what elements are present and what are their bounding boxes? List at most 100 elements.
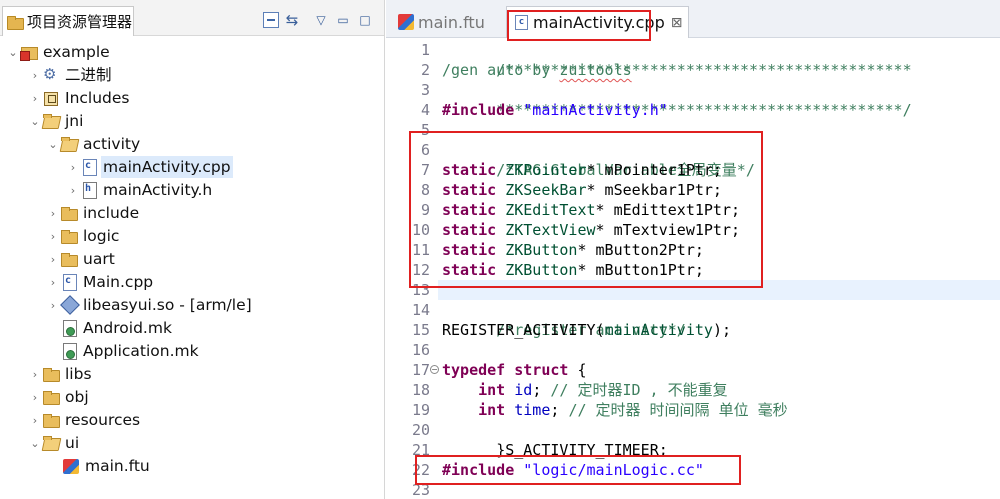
tree-item-activity[interactable]: ⌄ activity [46, 133, 142, 155]
folder-icon [42, 365, 60, 383]
folder-open-icon [60, 135, 78, 153]
tree-item-ui[interactable]: ⌄ ui [28, 432, 81, 454]
chevron-right-icon[interactable]: › [66, 179, 80, 201]
chevron-right-icon[interactable]: › [46, 271, 60, 293]
code-type: ZKTextView [496, 221, 596, 239]
ftu-file-icon [398, 14, 414, 30]
ftu-file-icon [62, 457, 80, 475]
code-line: /*register activity*/ [442, 300, 686, 339]
chevron-down-icon[interactable]: ⌄ [28, 110, 42, 132]
tree-item-logic[interactable]: › logic [46, 225, 121, 247]
tree-item-libs[interactable]: › libs [28, 363, 94, 385]
explorer-title: 项目资源管理器 [27, 13, 133, 31]
tab-mainactivity-cpp[interactable]: c mainActivity.cpp ⊠ [506, 6, 690, 38]
tree-item-main-cpp[interactable]: › Main.cpp [46, 271, 155, 293]
line-number: 8 [420, 181, 430, 199]
code-line: #include "logic/mainLogic.cc" [442, 460, 704, 480]
tab-main-ftu[interactable]: main.ftu [392, 6, 491, 38]
line-number: 23 [411, 481, 430, 499]
code-keyword: struct [505, 361, 569, 379]
code-type: ZKButton [496, 261, 578, 279]
chevron-right-icon[interactable]: › [28, 363, 42, 385]
chevron-right-icon[interactable]: › [66, 156, 80, 178]
line-number: 15 [411, 321, 430, 339]
line-number: 4 [420, 101, 430, 119]
tree-item-label: resources [65, 411, 141, 429]
line-number: 6 [420, 141, 430, 159]
code-keyword: static [442, 161, 497, 179]
code-area[interactable]: 1 2 3 4 5 6 7 8 9 10 11 12 13 14 15 16 1… [386, 40, 1000, 499]
chevron-right-icon[interactable]: › [46, 225, 60, 247]
line-number: 14 [411, 301, 430, 319]
line-number: 16 [411, 341, 430, 359]
tree-item-android-mk[interactable]: Android.mk [60, 317, 174, 339]
shared-library-icon [60, 296, 78, 314]
tree-item-jni[interactable]: ⌄ jni [28, 110, 85, 132]
folder-open-icon [42, 434, 60, 452]
explorer-tab[interactable]: 项目资源管理器 [2, 6, 134, 36]
tree-item-label: logic [83, 227, 120, 245]
code-line: int time; // 定时器 时间间隔 单位 毫秒 [442, 400, 788, 420]
tree-item-label: uart [83, 250, 115, 268]
tree-item-mainactivity-cpp[interactable]: › mainActivity.cpp [66, 156, 233, 178]
tree-item-application-mk[interactable]: Application.mk [60, 340, 201, 362]
code-comment: // 定时器ID , 不能重复 [550, 381, 728, 399]
line-number: 18 [411, 381, 430, 399]
chevron-right-icon[interactable]: › [46, 202, 60, 224]
line-number: 19 [411, 401, 430, 419]
chevron-right-icon[interactable]: › [46, 248, 60, 270]
tree-item-binaries[interactable]: › 二进制 [28, 64, 114, 86]
folder-icon [42, 411, 60, 429]
code-line: static ZKTextView* mTextview1Ptr; [442, 220, 740, 240]
minimize-icon[interactable]: ▭ [335, 12, 351, 28]
header-file-icon [80, 181, 98, 199]
link-with-editor-icon[interactable]: ⇆ [284, 12, 300, 28]
code-line: int id; // 定时器ID , 不能重复 [442, 380, 728, 400]
tree-item-uart[interactable]: › uart [46, 248, 117, 270]
tree-item-resources[interactable]: › resources [28, 409, 142, 431]
tree-item-label: libeasyui.so - [arm/le] [83, 296, 252, 314]
line-number: 21 [411, 441, 430, 459]
tree-item-include[interactable]: › include [46, 202, 141, 224]
folder-icon [42, 388, 60, 406]
tree-item-includes[interactable]: › Includes [28, 87, 132, 109]
tree-item-label: example [43, 43, 110, 61]
chevron-right-icon[interactable]: › [46, 294, 60, 316]
folder-icon [60, 227, 78, 245]
tree-item-libeasyui[interactable]: › libeasyui.so - [arm/le] [46, 294, 254, 316]
project-icon [20, 43, 38, 61]
code-type: ZKPointer [496, 161, 587, 179]
tree-item-label: 二进制 [65, 66, 112, 84]
chevron-right-icon[interactable]: › [28, 87, 42, 109]
line-number: 11 [411, 241, 430, 259]
code-keyword: int [442, 381, 506, 399]
maximize-icon[interactable]: □ [357, 12, 373, 28]
line-number: 17 [411, 361, 430, 379]
chevron-down-icon[interactable]: ⌄ [46, 133, 60, 155]
collapse-all-icon[interactable] [263, 12, 279, 28]
tree-item-obj[interactable]: › obj [28, 386, 91, 408]
chevron-down-icon[interactable]: ⌄ [6, 41, 20, 63]
fold-toggle-icon[interactable]: − [430, 365, 439, 374]
chevron-right-icon[interactable]: › [28, 64, 42, 86]
tree-item-main-ftu[interactable]: main.ftu [62, 455, 152, 477]
code-identifier: * mButton1Ptr; [577, 261, 704, 279]
code-keyword: static [442, 201, 497, 219]
code-line: /gen auto by zuitools [442, 60, 632, 80]
chevron-down-icon[interactable]: ⌄ [28, 432, 42, 454]
tree-item-example[interactable]: ⌄ example [6, 41, 112, 63]
view-menu-icon[interactable]: ▽ [313, 12, 329, 28]
code-line: /***************************************… [442, 40, 911, 79]
current-line-highlight [438, 280, 1000, 300]
tree-item-mainactivity-h[interactable]: › mainActivity.h [66, 179, 214, 201]
chevron-right-icon[interactable]: › [28, 386, 42, 408]
close-icon[interactable]: ⊠ [671, 15, 683, 31]
code-identifier: ); [712, 321, 731, 339]
code-type: ZKEditText [496, 201, 596, 219]
code-line: ****************************************… [442, 80, 911, 119]
code-line: static ZKButton* mButton1Ptr; [442, 260, 704, 280]
chevron-right-icon[interactable]: › [28, 409, 42, 431]
line-number: 9 [420, 201, 430, 219]
code-line: #include "mainActivity.h" [442, 100, 668, 120]
code-line: /*TAG:GlobalVariable全局变量*/ [442, 140, 755, 179]
